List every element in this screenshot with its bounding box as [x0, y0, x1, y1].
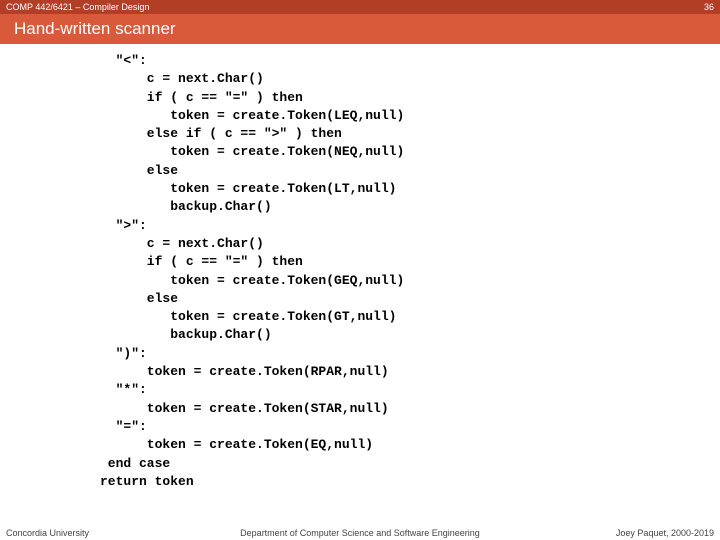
- topbar: COMP 442/6421 – Compiler Design 36: [0, 0, 720, 14]
- code-block: "<": c = next.Char() if ( c == "=" ) the…: [0, 44, 720, 491]
- footer-center: Department of Computer Science and Softw…: [0, 528, 720, 538]
- course-code: COMP 442/6421 – Compiler Design: [6, 0, 149, 14]
- slide-title: Hand-written scanner: [0, 14, 720, 44]
- page-number: 36: [704, 0, 714, 14]
- footer: Concordia University Department of Compu…: [0, 524, 720, 540]
